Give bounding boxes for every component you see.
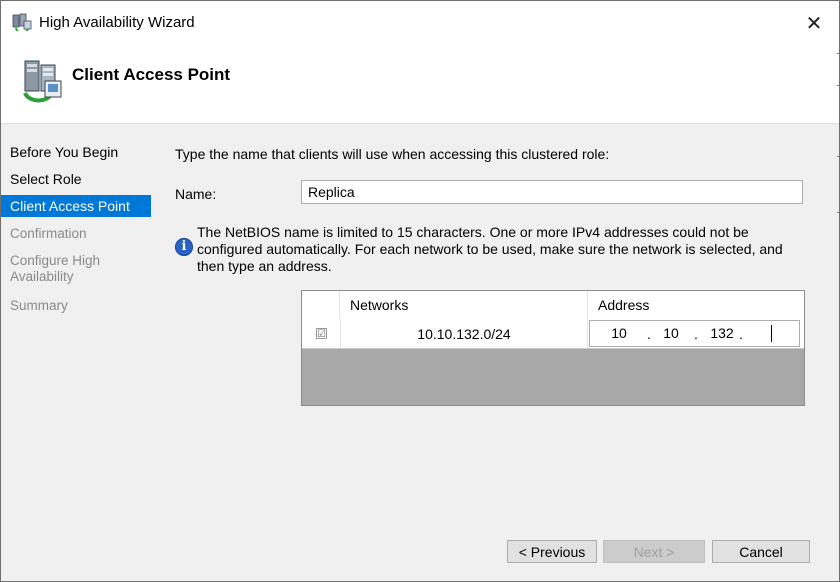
next-button: Next > [603,540,705,563]
wizard-main-panel: Type the name that clients will use when… [153,124,839,581]
high-availability-wizard-window: High Availability Wizard ✕ Client Access… [0,0,840,582]
info-icon: i [175,238,193,256]
step-client-access-point[interactable]: Client Access Point [1,195,151,217]
network-cell: 10.10.132.0/24 [340,319,588,348]
ip-address-input[interactable]: 10 . 10 . 132 . [589,320,800,347]
previous-button[interactable]: < Previous [507,540,597,563]
title-bar: High Availability Wizard ✕ [1,1,839,43]
table-row: ☑ 10.10.132.0/24 10 . 10 . 132 . [302,319,804,349]
step-before-you-begin[interactable]: Before You Begin [1,144,151,160]
info-message: The NetBIOS name is limited to 15 charac… [197,224,783,274]
page-title: Client Access Point [72,65,231,84]
instruction-text: Type the name that clients will use when… [175,146,610,162]
networks-table: Networks Address ☑ 10.10.132.0/24 10 . 1… [301,290,805,406]
ip-octet-4[interactable] [753,321,783,346]
ip-octet-1[interactable]: 10 [604,321,634,346]
ip-octet-3[interactable]: 132 [707,321,737,346]
cluster-role-icon [23,60,62,103]
step-configure-high-availability: Configure High Availability [10,253,101,284]
ip-octet-2[interactable]: 10 [656,321,686,346]
text-caret [771,325,772,342]
networks-column-header[interactable]: Networks [340,291,588,319]
network-checkbox[interactable]: ☑ [316,328,327,340]
checkbox-column-header [302,291,340,319]
close-button[interactable]: ✕ [795,7,833,39]
close-icon: ✕ [805,12,823,35]
ip-dot-separator: . [647,326,651,342]
ip-dot-separator: . [739,326,743,342]
cluster-wizard-icon [12,13,32,31]
table-header-row: Networks Address [302,291,804,320]
name-input[interactable] [301,180,803,204]
cancel-button[interactable]: Cancel [712,540,810,563]
content-area: Type the name that clients will use when… [155,126,839,581]
step-summary: Summary [10,298,68,313]
wizard-steps-sidebar: Before You Begin Select Role Client Acce… [1,124,153,581]
window-title: High Availability Wizard [39,14,195,31]
wizard-header: Client Access Point [1,43,839,124]
name-label: Name: [175,186,217,202]
step-confirmation: Confirmation [10,226,87,241]
ip-dot-separator: . [694,326,698,342]
address-column-header[interactable]: Address [588,291,804,319]
step-select-role[interactable]: Select Role [1,171,151,187]
